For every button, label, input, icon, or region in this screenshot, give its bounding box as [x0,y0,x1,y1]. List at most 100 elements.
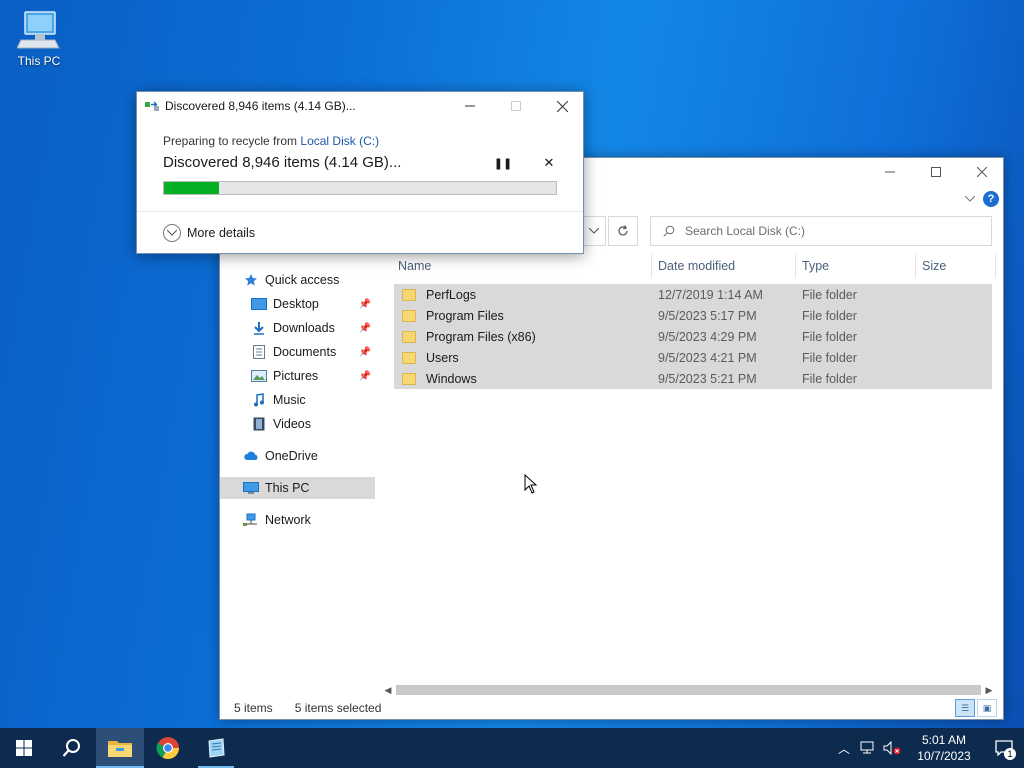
start-button[interactable] [0,728,48,768]
mouse-cursor-icon [524,474,538,494]
file-name: Windows [426,371,477,386]
more-details-button[interactable]: More details [163,224,255,242]
address-history-dropdown[interactable] [582,216,606,246]
refresh-button[interactable] [608,216,638,246]
nav-item-music[interactable]: Music [250,389,375,411]
taskbar: ︿ 5:01 AM 10/7/2023 1 [0,728,1024,768]
details-view-button[interactable]: ☰ [955,699,975,717]
table-row[interactable]: Program Files (x86) 9/5/2023 4:29 PM Fil… [394,326,992,347]
taskbar-file-explorer[interactable] [96,728,144,768]
nav-onedrive[interactable]: OneDrive [242,445,397,467]
nav-label: Desktop [273,297,319,311]
chrome-icon [156,737,179,759]
search-icon [663,225,675,237]
file-type: File folder [802,287,857,302]
progress-fill [164,182,219,194]
nav-item-pictures[interactable]: Pictures 📌 [250,365,375,387]
minimize-button[interactable] [867,158,913,186]
refresh-icon [618,225,628,236]
table-row[interactable]: PerfLogs 12/7/2019 1:14 AM File folder [394,284,992,305]
file-name: PerfLogs [426,287,477,302]
help-icon[interactable]: ? [983,191,999,207]
clock-date: 10/7/2023 [917,749,971,763]
nav-item-downloads[interactable]: Downloads 📌 [250,317,375,339]
file-date: 9/5/2023 5:17 PM [658,308,757,323]
pin-icon: 📌 [358,346,371,358]
system-tray: ︿ 5:01 AM 10/7/2023 1 [832,728,1024,768]
volume-muted-icon [883,741,901,755]
folder-icon [402,351,416,364]
nav-item-desktop[interactable]: Desktop 📌 [250,293,375,315]
clock[interactable]: 5:01 AM 10/7/2023 [904,732,984,764]
maximize-button[interactable] [913,158,959,186]
nav-label: Documents [273,345,337,359]
desktop-icon [250,296,268,312]
table-row[interactable]: Users 9/5/2023 4:21 PM File folder [394,347,992,368]
pin-icon: 📌 [358,322,371,334]
horizontal-scrollbar[interactable]: ◀ ▶ [380,682,997,698]
dialog-title: Discovered 8,946 items (4.14 GB)... [165,99,356,113]
close-button[interactable] [959,158,1005,186]
nav-label: Quick access [265,273,340,287]
nav-network[interactable]: Network [242,509,397,531]
close-icon: ✕ [543,155,555,170]
large-icons-view-button[interactable]: ▣ [977,699,997,717]
cancel-button[interactable]: ✕ [539,154,559,172]
nav-item-documents[interactable]: Documents 📌 [250,341,375,363]
table-row[interactable]: Program Files 9/5/2023 5:17 PM File fold… [394,305,992,326]
chevron-up-icon: ︿ [837,741,850,756]
pin-icon: 📌 [358,370,371,382]
nav-item-videos[interactable]: Videos [250,413,375,435]
nav-label: Pictures [273,369,319,383]
search-button[interactable] [48,728,96,768]
file-name: Program Files (x86) [426,329,536,344]
file-type: File folder [802,308,857,323]
ribbon-expand-button[interactable] [964,194,976,205]
source-link[interactable]: Local Disk (C:) [300,134,379,148]
maximize-icon [511,101,521,111]
scroll-left-button[interactable]: ◀ [380,682,396,698]
column-header-size[interactable]: Size [916,254,996,278]
dialog-minimize-button[interactable] [447,92,493,120]
notification-badge: 1 [1004,748,1016,760]
taskbar-file-operation[interactable] [192,728,240,768]
nav-label: OneDrive [265,449,318,463]
volume-button[interactable] [880,741,904,755]
column-label: Type [802,259,830,273]
computer-icon [17,11,60,49]
action-center-button[interactable]: 1 [984,728,1024,768]
maximize-icon [931,167,941,177]
status-bar: 5 items 5 items selected [220,697,1003,719]
chevron-down-icon [589,228,599,234]
nav-this-pc[interactable]: This PC [220,477,375,499]
chevron-right-icon: ▶ [985,684,993,695]
file-operation-icon [145,101,159,111]
file-type: File folder [802,371,857,386]
computer-icon [242,480,260,496]
search-input[interactable]: Search Local Disk (C:) [650,216,992,246]
chevron-down-icon [964,195,976,202]
more-details-label: More details [187,226,256,240]
column-header-type[interactable]: Type [796,254,916,278]
scroll-right-button[interactable]: ▶ [981,682,997,698]
file-date: 9/5/2023 4:29 PM [658,329,757,344]
table-row[interactable]: Windows 9/5/2023 5:21 PM File folder [394,368,992,389]
selected-count: 5 items selected [294,701,382,715]
recycle-progress-dialog: Discovered 8,946 items (4.14 GB)... Prep… [136,91,584,254]
nav-label: Music [273,393,306,407]
nav-label: Downloads [273,321,335,335]
scrollbar-thumb[interactable] [396,685,981,695]
network-icon [242,512,260,528]
nav-quick-access[interactable]: Quick access [242,269,397,291]
column-header-date[interactable]: Date modified [652,254,796,278]
nav-label: Videos [273,417,311,431]
taskbar-chrome[interactable] [144,728,192,768]
folder-icon [402,309,416,322]
desktop-icon-this-pc[interactable]: This PC [14,10,64,68]
pause-button[interactable]: ❚❚ [493,154,513,172]
column-header-name[interactable]: Name [392,254,652,278]
dialog-close-button[interactable] [539,92,585,120]
file-type: File folder [802,350,857,365]
show-hidden-icons-button[interactable]: ︿ [832,740,856,757]
network-status-button[interactable] [856,741,880,755]
